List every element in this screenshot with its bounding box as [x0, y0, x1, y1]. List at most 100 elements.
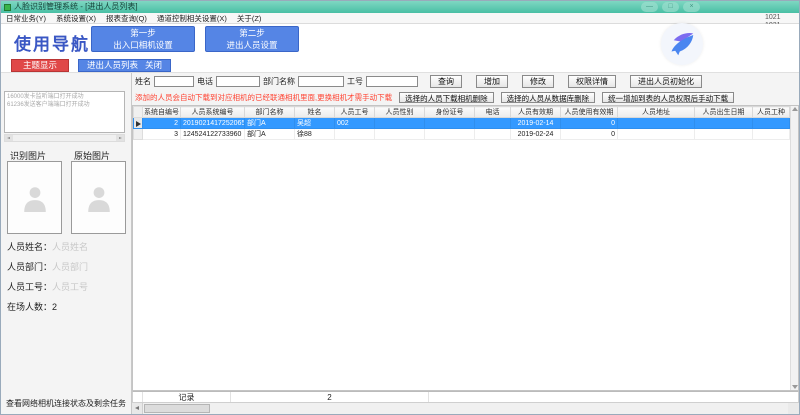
person-workid-label: 人员工号：: [7, 282, 52, 292]
step1-camera-setup-button[interactable]: 第一步 出入口相机设置: [91, 26, 195, 52]
table-row[interactable]: 3 124524122733960 部门A 徐88 2019-02-24 0: [134, 129, 790, 140]
col-header[interactable]: 人员工种: [753, 107, 790, 118]
cell-dept: 部门A: [245, 129, 295, 140]
scroll-up-icon[interactable]: [792, 107, 798, 111]
cell-name: 徐88: [295, 129, 335, 140]
sidebar: 16000发卡监听端口打开成功 61236发送客户端端口打开成功 识别图片 原始…: [1, 73, 132, 414]
cell-person-sys-id: 124524122733960: [181, 129, 245, 140]
person-name-value: 人员姓名: [52, 242, 88, 252]
workid-filter-input[interactable]: [366, 76, 418, 87]
col-header[interactable]: 人员地址: [618, 107, 695, 118]
cell-use-valid: 0: [561, 118, 618, 129]
minimize-button[interactable]: —: [641, 2, 658, 12]
permission-detail-button[interactable]: 权限详情: [568, 75, 616, 88]
cell-birthdate: [695, 118, 753, 129]
corner-number-top: 1021: [765, 14, 781, 22]
col-header[interactable]: 人员系统编号: [181, 107, 245, 118]
toolbar-buttons: 查询 增加 修改 权限详情 进出人员初始化: [430, 75, 702, 88]
delete-from-db-button[interactable]: 选择的人员从数据库删除: [501, 92, 596, 103]
app-icon: [4, 4, 11, 11]
scrollbar-thumb[interactable]: [144, 404, 210, 413]
cell-address: [618, 118, 695, 129]
grid-area: 系统自编号 人员系统编号 部门名称 姓名 人员工号 人员性别 身份证号 电话 人…: [133, 106, 790, 390]
cell-phone: [475, 129, 511, 140]
person-name-field: 人员姓名：人员姓名: [7, 240, 88, 253]
menu-system-settings[interactable]: 系统设置(X): [56, 13, 96, 24]
row-selector-cell[interactable]: [134, 129, 143, 140]
person-name-label: 人员姓名：: [7, 242, 52, 252]
delete-from-camera-button[interactable]: 选择的人员下载相机删除: [399, 92, 494, 103]
person-dept-label: 人员部门：: [7, 262, 52, 272]
modify-button[interactable]: 修改: [522, 75, 554, 88]
query-button[interactable]: 查询: [430, 75, 462, 88]
menu-report-query[interactable]: 报表查询(Q): [106, 13, 147, 24]
maximize-button[interactable]: □: [662, 2, 679, 12]
cell-phone: [475, 118, 511, 129]
scroll-left-icon[interactable]: [132, 403, 143, 414]
auto-download-notice: 添加的人员会自动下载到对应相机的已经联通相机里面,更换相机才需手动下载: [135, 92, 392, 103]
cell-valid-date: 2019-02-24: [511, 129, 561, 140]
cell-idcard: [425, 118, 475, 129]
scroll-right-icon[interactable]: [116, 135, 124, 141]
col-header[interactable]: 人员有效期: [511, 107, 561, 118]
menu-channel-control[interactable]: 通道控制相关设置(X): [157, 13, 227, 24]
step2-line1: 第二步: [212, 27, 292, 39]
close-button[interactable]: ×: [683, 2, 700, 12]
horizontal-scrollbar[interactable]: [132, 403, 799, 414]
cell-person-sys-id: 2019021417252065: [181, 118, 245, 129]
add-button[interactable]: 增加: [476, 75, 508, 88]
present-count-field: 在场人数：2: [7, 300, 57, 313]
dept-filter-label: 部门名称: [263, 76, 295, 87]
cell-gender: [375, 118, 425, 129]
cell-dept: 部门A: [245, 118, 295, 129]
cell-name: 吴超: [295, 118, 335, 129]
col-header[interactable]: 电话: [475, 107, 511, 118]
step2-line2: 进出人员设置: [212, 39, 292, 51]
menu-about[interactable]: 关于(Z): [237, 13, 262, 24]
batch-permission-download-button[interactable]: 统一增加到表的人员权限后手动下载: [602, 92, 734, 103]
scroll-down-icon[interactable]: [792, 385, 798, 389]
status-spacer: [133, 392, 143, 402]
personnel-table: 系统自编号 人员系统编号 部门名称 姓名 人员工号 人员性别 身份证号 电话 人…: [132, 105, 799, 391]
person-silhouette-icon: [86, 184, 112, 212]
menu-daily-business[interactable]: 日常业务(Y): [6, 13, 46, 24]
col-header[interactable]: 姓名: [295, 107, 335, 118]
step2-personnel-setup-button[interactable]: 第二步 进出人员设置: [205, 26, 299, 52]
status-spacer: [429, 392, 798, 402]
col-header[interactable]: 人员工号: [335, 107, 375, 118]
col-header[interactable]: 人员性别: [375, 107, 425, 118]
tab-close-button[interactable]: 关闭: [145, 60, 162, 71]
table-row[interactable]: 2 2019021417252065 部门A 吴超 002 2019-02-14…: [134, 118, 790, 129]
camera-status-link[interactable]: 查看网络相机连接状态及剩余任务: [6, 398, 126, 409]
window-title: 人脸识别管理系统 - [进出人员列表]: [14, 2, 138, 12]
col-header[interactable]: 系统自编号: [143, 107, 181, 118]
person-dept-value: 人员部门: [52, 262, 88, 272]
workid-filter-label: 工号: [347, 76, 363, 87]
col-header[interactable]: 人员出生日期: [695, 107, 753, 118]
name-filter-input[interactable]: [154, 76, 194, 87]
content-area: 姓名 电话 部门名称 工号 查询 增加 修改 权限详情 进出人员初始化 添加的人…: [132, 73, 799, 414]
title-bar: 人脸识别管理系统 - [进出人员列表] — □ ×: [1, 1, 799, 13]
col-header[interactable]: 部门名称: [245, 107, 295, 118]
row-selector-cell[interactable]: [134, 118, 143, 129]
monitor-log-box[interactable]: 16000发卡监听端口打开成功 61236发送客户端端口打开成功: [4, 91, 125, 133]
present-count-value: 2: [52, 302, 57, 312]
phone-filter-input[interactable]: [216, 76, 260, 87]
nav-title: 使用导航: [14, 30, 90, 55]
present-count-label: 在场人数：: [7, 302, 52, 312]
person-workid-field: 人员工号：人员工号: [7, 280, 88, 293]
dept-filter-input[interactable]: [298, 76, 344, 87]
col-header[interactable]: 身份证号: [425, 107, 475, 118]
col-header[interactable]: 人员使用有效期: [561, 107, 618, 118]
notice-toolbar: 添加的人员会自动下载到对应相机的已经联通相机里面,更换相机才需手动下载 选择的人…: [132, 90, 799, 105]
vertical-scrollbar[interactable]: [790, 106, 798, 390]
personnel-init-button[interactable]: 进出人员初始化: [630, 75, 702, 88]
app-window: 人脸识别管理系统 - [进出人员列表] — □ × 日常业务(Y) 系统设置(X…: [0, 0, 800, 415]
cell-jobtype: [753, 129, 790, 140]
record-label: 记录: [143, 392, 231, 402]
scroll-left-icon[interactable]: [5, 135, 13, 141]
log-line: 16000发卡监听端口打开成功: [7, 93, 122, 101]
theme-display-button[interactable]: 主题显示: [11, 59, 69, 72]
tab-personnel-list[interactable]: 进出人员列表 关闭: [78, 59, 171, 72]
log-horizontal-scrollbar[interactable]: [4, 134, 125, 142]
